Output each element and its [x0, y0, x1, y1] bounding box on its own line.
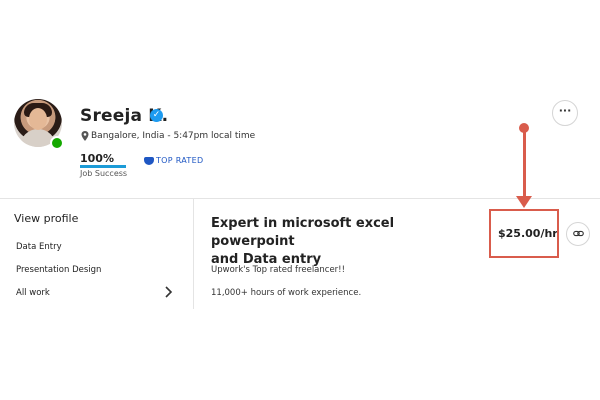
annotation-arrow-head — [516, 196, 532, 208]
view-profile-heading: View profile — [14, 212, 79, 225]
job-success-bar-fill — [80, 165, 126, 168]
chevron-right-icon[interactable] — [164, 286, 173, 301]
divider-vertical — [193, 199, 194, 309]
description-line: Upwork's Top rated freelancer!! — [211, 265, 345, 275]
profile-title-line-1: Expert in microsoft excel powerpoint — [211, 216, 395, 249]
description-line: 11,000+ hours of work experience. — [211, 288, 362, 298]
job-success-bar — [80, 165, 126, 168]
more-options-button[interactable]: ··· — [552, 100, 578, 126]
annotation-arrow-line — [523, 128, 526, 196]
sidebar-item-presentation-design[interactable]: Presentation Design — [16, 265, 101, 275]
job-success-percent: 100% — [80, 152, 114, 165]
profile-title: Expert in microsoft excel powerpoint and… — [211, 215, 481, 269]
top-rated-badge: TOP RATED — [156, 156, 204, 165]
link-icon — [572, 230, 584, 237]
top-rated-badge-icon — [144, 157, 154, 165]
divider-horizontal — [0, 198, 600, 199]
online-status-dot — [50, 136, 64, 150]
location-time: Bangalore, India - 5:47pm local time — [91, 131, 256, 141]
annotation-highlight-box — [489, 209, 559, 258]
verified-check-icon: ✓ — [150, 109, 163, 122]
copy-link-button[interactable] — [566, 222, 590, 246]
sidebar-item-data-entry[interactable]: Data Entry — [16, 242, 62, 252]
location-pin-icon — [81, 131, 89, 141]
sidebar-item-all-work[interactable]: All work — [16, 288, 50, 298]
job-success-label: Job Success — [80, 169, 128, 178]
more-options-icon: ··· — [558, 104, 572, 117]
